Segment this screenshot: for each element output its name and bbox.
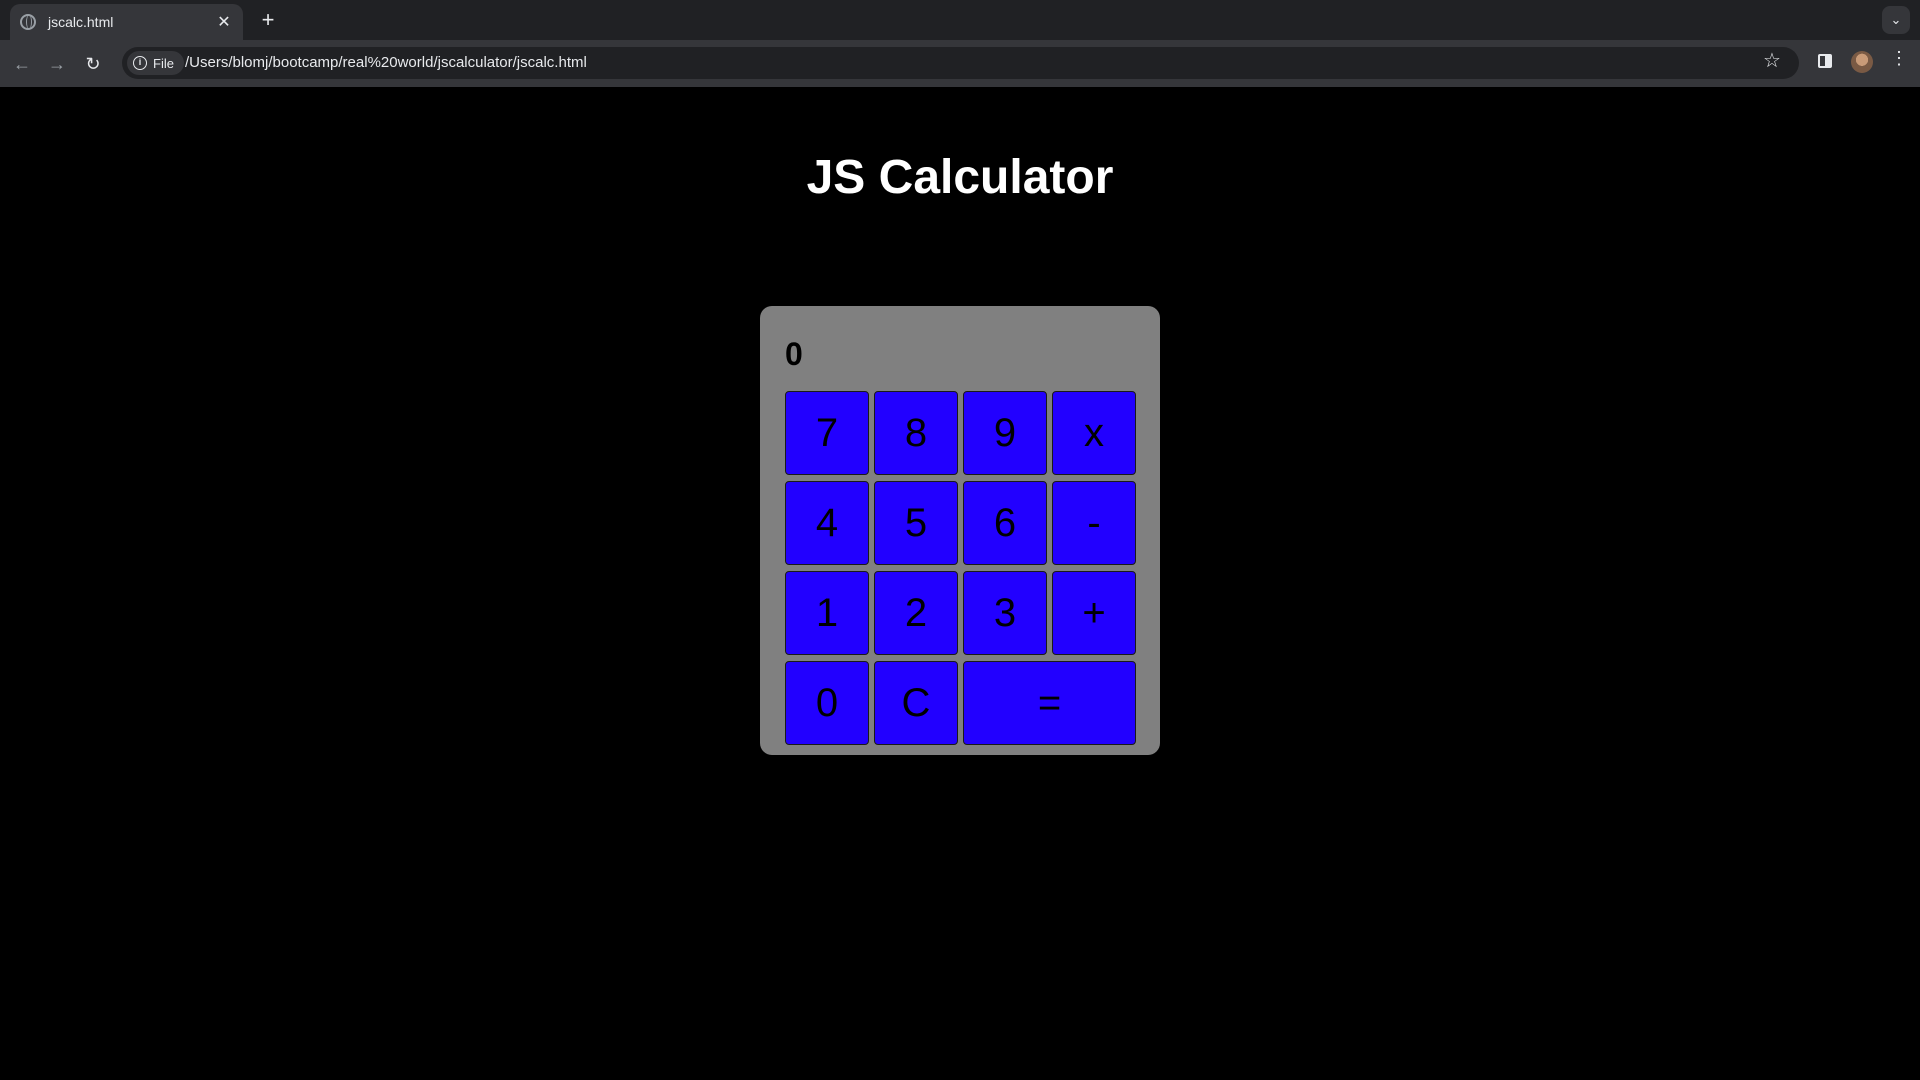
page-content: JS Calculator 0 7 8 9 x 4 5 6 - 1 2 3 + … <box>0 87 1920 1080</box>
key-subtract[interactable]: - <box>1052 481 1136 565</box>
key-7[interactable]: 7 <box>785 391 869 475</box>
calculator-panel: 0 7 8 9 x 4 5 6 - 1 2 3 + 0 C = <box>760 306 1160 755</box>
bookmark-star-icon[interactable]: ☆ <box>1763 48 1781 73</box>
reload-button[interactable]: ↻ <box>79 50 107 78</box>
calculator-display: 0 <box>785 336 803 372</box>
tab-search-button[interactable]: ⌄ <box>1882 6 1910 34</box>
side-panel-icon[interactable] <box>1818 54 1832 68</box>
key-9[interactable]: 9 <box>963 391 1047 475</box>
profile-avatar[interactable] <box>1851 51 1873 73</box>
key-multiply[interactable]: x <box>1052 391 1136 475</box>
site-info-label: File <box>153 55 174 71</box>
key-6[interactable]: 6 <box>963 481 1047 565</box>
key-equals[interactable]: = <box>963 661 1136 745</box>
forward-button[interactable]: → <box>43 50 71 78</box>
key-3[interactable]: 3 <box>963 571 1047 655</box>
key-1[interactable]: 1 <box>785 571 869 655</box>
site-info-chip[interactable]: i File <box>127 51 184 75</box>
key-add[interactable]: + <box>1052 571 1136 655</box>
tab-title: jscalc.html <box>48 14 114 30</box>
menu-kebab-icon[interactable]: ⋮ <box>1890 48 1908 69</box>
key-8[interactable]: 8 <box>874 391 958 475</box>
key-0[interactable]: 0 <box>785 661 869 745</box>
calculator-keypad: 7 8 9 x 4 5 6 - 1 2 3 + 0 C = <box>785 391 1136 745</box>
key-clear[interactable]: C <box>874 661 958 745</box>
url-text[interactable]: /Users/blomj/bootcamp/real%20world/jscal… <box>185 54 587 71</box>
new-tab-button[interactable]: + <box>254 6 282 34</box>
key-5[interactable]: 5 <box>874 481 958 565</box>
tab-jscalc[interactable]: jscalc.html ✕ <box>10 4 243 40</box>
info-icon: i <box>133 56 147 70</box>
globe-icon <box>20 14 36 30</box>
key-4[interactable]: 4 <box>785 481 869 565</box>
page-title: JS Calculator <box>806 151 1114 204</box>
close-tab-icon[interactable]: ✕ <box>215 12 233 32</box>
back-button[interactable]: ← <box>8 50 36 78</box>
tab-bar: jscalc.html ✕ + ⌄ <box>0 0 1920 40</box>
key-2[interactable]: 2 <box>874 571 958 655</box>
